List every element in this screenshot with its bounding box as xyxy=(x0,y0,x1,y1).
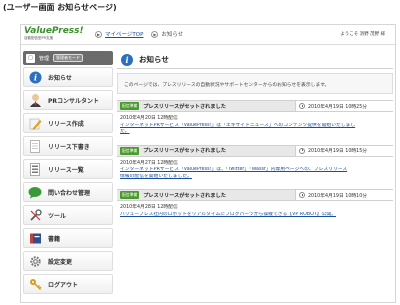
key-icon xyxy=(28,277,42,291)
news-link[interactable]: インターネットPRサービス「ValuePress!」は「エキサイトニュース」への… xyxy=(120,123,390,130)
svg-text:i: i xyxy=(33,72,36,82)
news-body: 2010年4月20日 12時配信 インターネットPRサービス「ValuePres… xyxy=(117,112,393,139)
sidebar-item-label: お知らせ xyxy=(48,74,72,82)
breadcrumb-current: お知らせ xyxy=(161,32,184,38)
clock-icon xyxy=(299,103,305,109)
news-header: 配信準備 プレスリリースがセットされました 2010年4月19日 10時15分 xyxy=(117,144,393,157)
sidebar-item-label: 設定変更 xyxy=(48,258,73,266)
sidebar-item-label: PRコンサルタント xyxy=(48,97,100,105)
news-link-continued[interactable]: た。 xyxy=(120,129,390,136)
sidebar-item-inquiries[interactable]: 問い合わせ管理 xyxy=(23,182,113,202)
news-header: 配信準備 プレスリリースがセットされました 2010年4月19日 10時25分 xyxy=(117,100,393,112)
admin-mode-badge[interactable]: 管理者モード xyxy=(53,54,84,62)
news-header: 配信準備 プレスリリースがセットされました 2010年4月19日 10時10分 xyxy=(117,189,393,201)
news-date-text: 2010年4月19日 10時15分 xyxy=(308,149,368,154)
sidebar-item-label: リリース作成 xyxy=(48,120,84,128)
logo-text: ValuePress! xyxy=(24,26,84,36)
news-title: プレスリリースがセットされました xyxy=(143,103,226,110)
page-title: お知らせ xyxy=(139,55,169,64)
news-link-continued[interactable]: 情報の配信を開始いたしました。 xyxy=(120,174,390,181)
breadcrumb: ▶ マイページTOP ▶ お知らせ xyxy=(93,30,183,38)
admin-icon: □ xyxy=(26,53,35,63)
header: ValuePress! 自動配信型PR支援 ▶ マイページTOP ▶ お知らせ … xyxy=(21,25,395,45)
tools-icon xyxy=(28,208,42,222)
info-icon: i xyxy=(28,70,42,84)
status-badge: 配信準備 xyxy=(120,191,140,199)
news-date: 2010年4月19日 10時25分 xyxy=(295,101,393,111)
pencil-icon xyxy=(28,116,42,130)
status-badge: 配信準備 xyxy=(120,102,140,110)
info-icon: i xyxy=(121,53,133,66)
sidebar-item-label: ツール xyxy=(48,212,67,220)
logo[interactable]: ValuePress! 自動配信型PR支援 xyxy=(24,26,84,41)
app-window: ValuePress! 自動配信型PR支援 ▶ マイページTOP ▶ お知らせ … xyxy=(20,24,396,303)
clock-icon xyxy=(299,192,305,198)
news-link[interactable]: バリュープレス社内のロボットをリアルタイムにブログパーツから操縦できる【VP R… xyxy=(120,212,390,219)
chat-bubble-icon xyxy=(28,185,42,199)
book-icon xyxy=(28,231,42,245)
sidebar-item-release-create[interactable]: リリース作成 xyxy=(23,113,113,133)
clock-icon xyxy=(299,147,305,154)
arrow-icon: ▶ xyxy=(95,30,102,38)
document-icon xyxy=(28,139,42,153)
page-title-bar: i お知らせ xyxy=(117,51,393,69)
admin-label: 管理 xyxy=(39,55,50,62)
gear-icon xyxy=(28,254,42,268)
page-caption: (ユーザー画面 お知らせページ) xyxy=(3,3,117,12)
news-date: 2010年4月19日 10時15分 xyxy=(295,145,393,156)
news-body: 2010年4月28日 12時配信 バリュープレス社内のロボットをリアルタイムにブ… xyxy=(117,201,393,221)
sidebar-item-release-list[interactable]: リリース一覧 xyxy=(23,159,113,179)
news-body: 2010年4月27日 12時配信 インターネットPRサービス「ValuePres… xyxy=(117,157,393,184)
sidebar-item-tools[interactable]: ツール xyxy=(23,205,113,225)
logo-subtitle: 自動配信型PR支援 xyxy=(24,36,54,40)
sidebar-item-label: ログアウト xyxy=(48,281,79,289)
news-item: 配信準備 プレスリリースがセットされました 2010年4月19日 10時15分 … xyxy=(117,144,393,184)
sidebar-item-label: リリース一覧 xyxy=(48,166,84,174)
sidebar-item-notice[interactable]: i お知らせ xyxy=(23,67,113,87)
intro-box: このページでは、プレスリリースの自動状況やサポートセンターからのお知らせを表示し… xyxy=(117,73,393,94)
sidebar-item-pr-consultant[interactable]: PRコンサルタント xyxy=(23,90,113,110)
main-content: i お知らせ このページでは、プレスリリースの自動状況やサポートセンターからのお… xyxy=(117,51,393,221)
sidebar-item-release-draft[interactable]: リリース下書き xyxy=(23,136,113,156)
breadcrumb-mypage-link[interactable]: マイページTOP xyxy=(105,30,143,38)
admin-bar[interactable]: □ 管理 管理者モード xyxy=(23,51,113,65)
sidebar-item-logout[interactable]: ログアウト xyxy=(23,274,113,294)
status-badge: 配信準備 xyxy=(120,146,140,155)
sidebar-item-label: リリース下書き xyxy=(48,143,90,151)
welcome-text: ようこそ 消野 茂野 様 xyxy=(340,32,385,37)
sidebar: □ 管理 管理者モード i お知らせ PRコンサルタント リリース作成 リリース… xyxy=(23,51,113,297)
news-date-text: 2010年4月19日 10時25分 xyxy=(308,104,368,110)
news-item: 配信準備 プレスリリースがセットされました 2010年4月19日 10時10分 … xyxy=(117,189,393,221)
news-date: 2010年4月19日 10時10分 xyxy=(295,190,393,200)
list-icon xyxy=(28,162,42,176)
news-date-text: 2010年4月19日 10時10分 xyxy=(308,193,368,199)
news-title: プレスリリースがセットされました xyxy=(143,192,226,199)
sidebar-item-books[interactable]: 書籍 xyxy=(23,228,113,248)
news-item: 配信準備 プレスリリースがセットされました 2010年4月19日 10時25分 … xyxy=(117,100,393,139)
sidebar-item-settings[interactable]: 設定変更 xyxy=(23,251,113,271)
sidebar-item-label: 書籍 xyxy=(48,235,61,243)
arrow-icon: ▶ xyxy=(151,30,159,38)
consultant-icon xyxy=(28,93,42,107)
sidebar-item-label: 問い合わせ管理 xyxy=(48,189,91,197)
news-title: プレスリリースがセットされました xyxy=(143,148,226,154)
